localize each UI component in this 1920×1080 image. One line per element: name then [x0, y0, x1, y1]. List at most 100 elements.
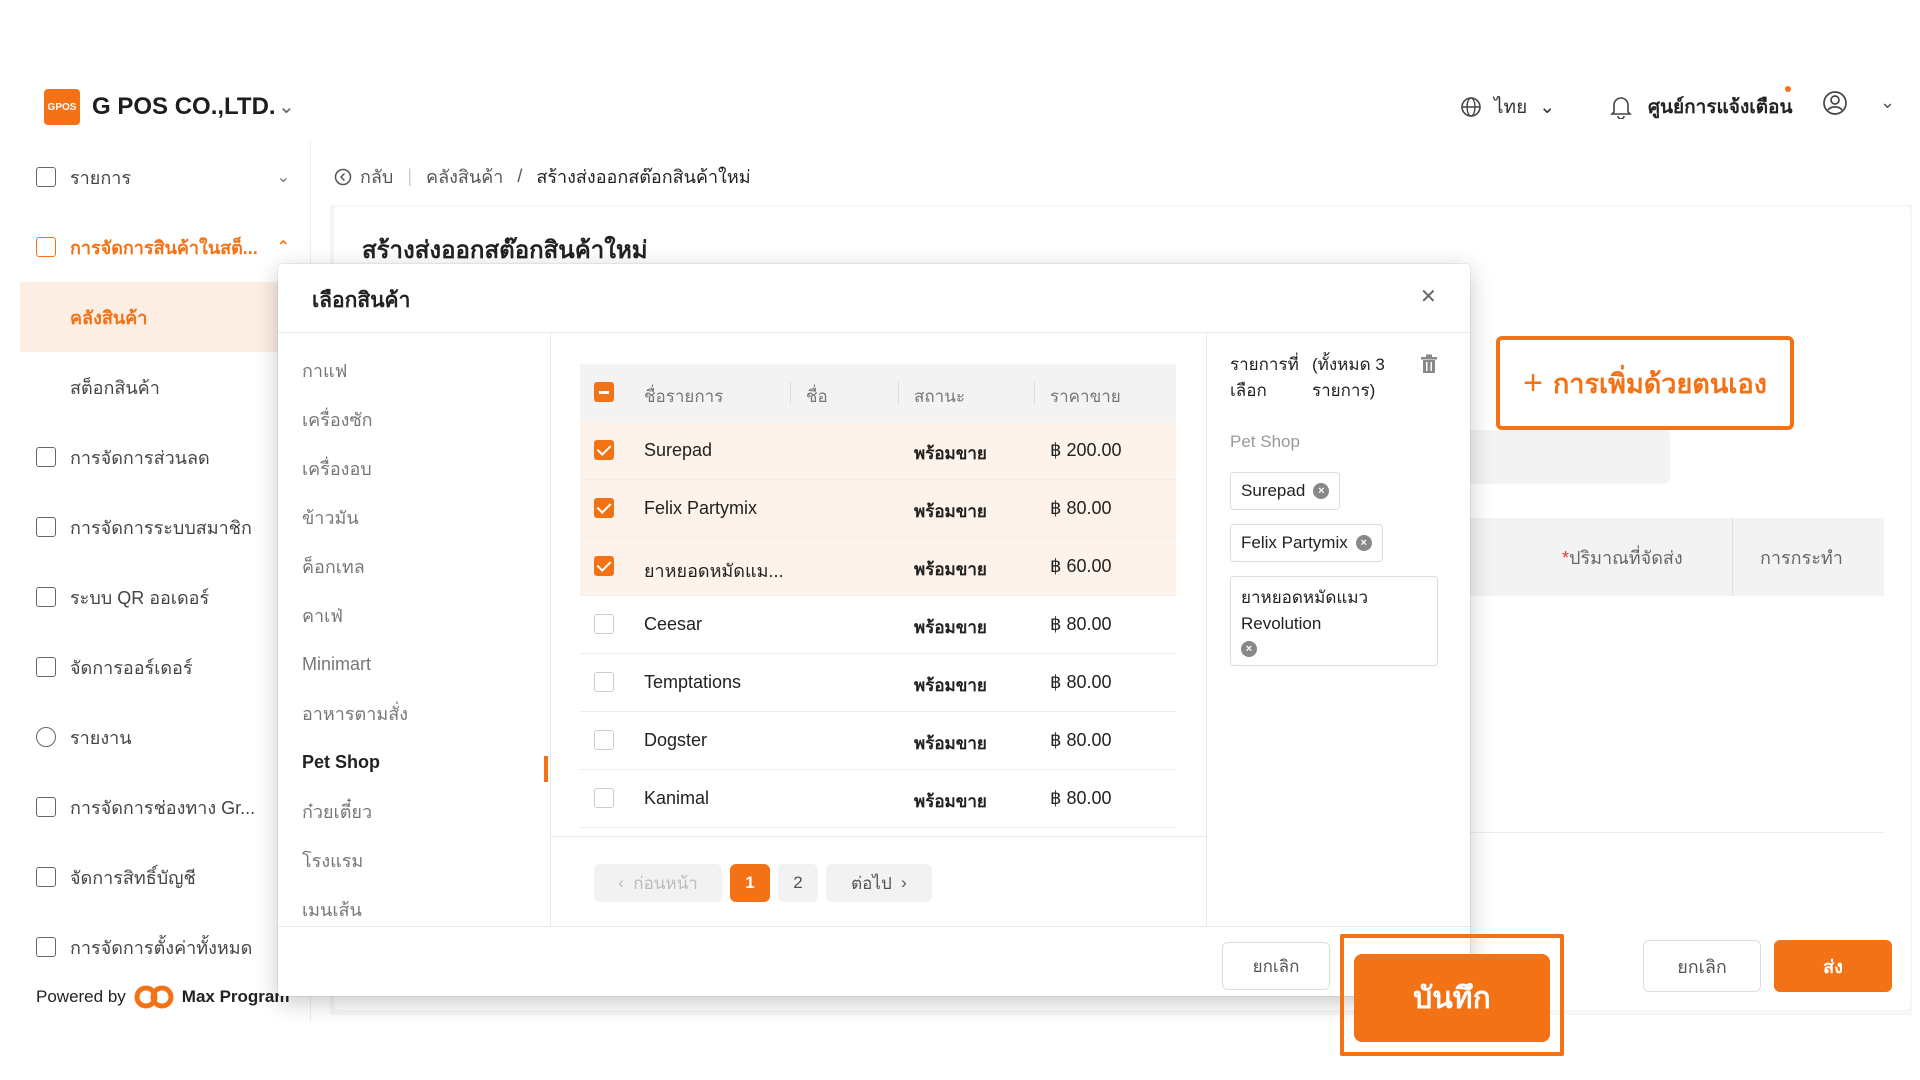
table-row[interactable]: Surepad พร้อมขาย ฿ 200.00: [580, 422, 1176, 480]
sidebar-item-member[interactable]: การจัดการระบบสมาชิก: [20, 492, 310, 562]
brand-name[interactable]: G POS CO.,LTD.: [92, 93, 276, 121]
category-item[interactable]: ข้าวมัน: [302, 497, 542, 537]
category-item[interactable]: เมนเส้น: [302, 889, 542, 924]
remove-chip-icon[interactable]: ×: [1313, 483, 1330, 499]
product-price: ฿ 60.00: [1050, 556, 1112, 576]
product-status: พร้อมขาย: [914, 618, 987, 637]
selected-count: (ทั้งหมด 3 รายการ): [1312, 355, 1385, 400]
sidebar-item-label: รายงาน: [70, 727, 132, 748]
remove-chip-icon[interactable]: ×: [1241, 641, 1257, 657]
row-checkbox[interactable]: [594, 788, 614, 808]
category-item[interactable]: เครื่องอบ: [302, 448, 542, 488]
breadcrumb-parent[interactable]: คลังสินค้า: [426, 162, 503, 191]
back-link[interactable]: กลับ: [334, 162, 393, 191]
cancel-button[interactable]: ยกเลิก: [1643, 940, 1761, 992]
user-icon[interactable]: [1822, 90, 1848, 121]
category-item[interactable]: Minimart: [302, 644, 542, 684]
breadcrumb: กลับ | คลังสินค้า / สร้างส่งออกสต๊อกสินค…: [334, 162, 751, 191]
selected-chip[interactable]: ยาหยอดหมัดแมว Revolution ×: [1230, 576, 1438, 666]
sidebar-item-orders[interactable]: จัดการออร์เดอร์: [20, 632, 310, 702]
trash-icon[interactable]: [1420, 354, 1438, 379]
row-checkbox[interactable]: [594, 672, 614, 692]
category-item[interactable]: คาเฟ่: [302, 595, 542, 635]
table-row[interactable]: Ceesar พร้อมขาย ฿ 80.00: [580, 596, 1176, 654]
sidebar-item-settings[interactable]: การจัดการตั้งค่าทั้งหมด: [20, 912, 310, 982]
product-price: ฿ 80.00: [1050, 614, 1112, 634]
product-status: พร้อมขาย: [914, 560, 987, 579]
next-page-button[interactable]: ต่อไป ›: [826, 864, 932, 902]
category-item[interactable]: โรงแรม: [302, 840, 542, 880]
sidebar-item-stock-management[interactable]: การจัดการสินค้าในสต็... ⌃: [20, 212, 310, 282]
sidebar-subitem-warehouse[interactable]: คลังสินค้า: [20, 282, 310, 352]
column-item-name: ชื่อรายการ: [644, 387, 724, 406]
category-item[interactable]: กาแฟ: [302, 350, 542, 390]
table-row[interactable]: Temptations พร้อมขาย ฿ 80.00: [580, 654, 1176, 712]
table-row[interactable]: Kanimal พร้อมขาย ฿ 80.00: [580, 770, 1176, 828]
chevron-down-icon[interactable]: ⌄: [1880, 92, 1895, 113]
row-checkbox[interactable]: [594, 556, 614, 576]
sidebar-item-label: การจัดการระบบสมาชิก: [70, 517, 252, 538]
notification-center[interactable]: ศูนย์การแจ้งเตือน: [1610, 92, 1792, 122]
category-item-active[interactable]: Pet Shop: [302, 742, 542, 782]
page-2-button[interactable]: 2: [778, 864, 818, 902]
category-item[interactable]: ก๋วยเตี๋ยว: [302, 791, 542, 831]
table-row[interactable]: ยาหยอดหมัดแม... พร้อมขาย ฿ 60.00: [580, 538, 1176, 596]
sidebar-item-label: รายการ: [70, 167, 131, 188]
divider: [278, 332, 1470, 333]
sidebar-item-label: จัดการออร์เดอร์: [70, 657, 193, 678]
product-price: ฿ 80.00: [1050, 672, 1112, 692]
column-status: สถานะ: [914, 387, 965, 406]
row-checkbox[interactable]: [594, 498, 614, 518]
category-list: กาแฟ เครื่องซัก เครื่องอบ ข้าวมัน ค็อกเท…: [278, 350, 550, 924]
sidebar-item-list[interactable]: รายการ ⌄: [20, 142, 310, 212]
row-checkbox[interactable]: [594, 440, 614, 460]
report-icon: [36, 727, 56, 747]
brand-logo[interactable]: GPOS: [44, 89, 80, 125]
sidebar-item-channel[interactable]: การจัดการช่องทาง Gr...: [20, 772, 310, 842]
product-name: Dogster: [644, 730, 708, 750]
modal-cancel-button[interactable]: ยกเลิก: [1222, 942, 1330, 990]
column-divider: [1034, 382, 1035, 404]
product-price: ฿ 200.00: [1050, 440, 1122, 460]
order-icon: [36, 657, 56, 677]
close-icon[interactable]: ✕: [1420, 284, 1437, 309]
sidebar-item-label: ระบบ QR ออเดอร์: [70, 587, 210, 608]
category-item[interactable]: เครื่องซัก: [302, 399, 542, 439]
remove-chip-icon[interactable]: ×: [1355, 535, 1372, 551]
active-category-marker: [544, 756, 548, 782]
prev-page-button[interactable]: ‹ ก่อนหน้า: [594, 864, 722, 902]
chevron-down-icon[interactable]: ⌄: [278, 94, 295, 119]
save-button[interactable]: บันทึก: [1354, 954, 1550, 1042]
category-item[interactable]: อาหารตามสั่ง: [302, 693, 542, 733]
selected-chip[interactable]: Surepad ×: [1230, 472, 1341, 510]
max-program-logo-icon: [134, 985, 174, 1009]
category-item[interactable]: ค็อกเทล: [302, 546, 542, 586]
sidebar-item-account[interactable]: จัดการสิทธิ์บัญชี: [20, 842, 310, 912]
table-row[interactable]: Dogster พร้อมขาย ฿ 80.00: [580, 712, 1176, 770]
channel-icon: [36, 797, 56, 817]
language-selector[interactable]: ไทย ⌄: [1460, 92, 1555, 122]
sidebar-item-qr-order[interactable]: ระบบ QR ออเดอร์: [20, 562, 310, 632]
product-status: พร้อมขาย: [914, 734, 987, 753]
send-button[interactable]: ส่ง: [1774, 940, 1892, 992]
chevron-up-icon: ⌃: [276, 239, 290, 256]
table-row[interactable]: Felix Partymix พร้อมขาย ฿ 80.00: [580, 480, 1176, 538]
divider: [1206, 332, 1207, 926]
product-status: พร้อมขาย: [914, 676, 987, 695]
powered-brand: Max Program: [181, 987, 290, 1006]
product-price: ฿ 80.00: [1050, 730, 1112, 750]
column-name: ชื่อ: [806, 387, 828, 406]
row-checkbox[interactable]: [594, 614, 614, 634]
chip-label: ยาหยอดหมัดแมว Revolution: [1241, 588, 1369, 633]
product-name: ยาหยอดหมัดแม...: [644, 561, 784, 581]
page-1-button[interactable]: 1: [730, 864, 770, 902]
select-all-checkbox[interactable]: [594, 382, 614, 402]
row-checkbox[interactable]: [594, 730, 614, 750]
column-divider: [790, 382, 791, 404]
sidebar-item-discount[interactable]: การจัดการส่วนลด: [20, 422, 310, 492]
sidebar-item-report[interactable]: รายงาน: [20, 702, 310, 772]
manual-add-button[interactable]: + การเพิ่มด้วยตนเอง: [1496, 336, 1794, 430]
selected-chip[interactable]: Felix Partymix ×: [1230, 524, 1383, 562]
product-status: พร้อมขาย: [914, 792, 987, 811]
sidebar-subitem-stock[interactable]: สต็อกสินค้า: [20, 352, 310, 422]
